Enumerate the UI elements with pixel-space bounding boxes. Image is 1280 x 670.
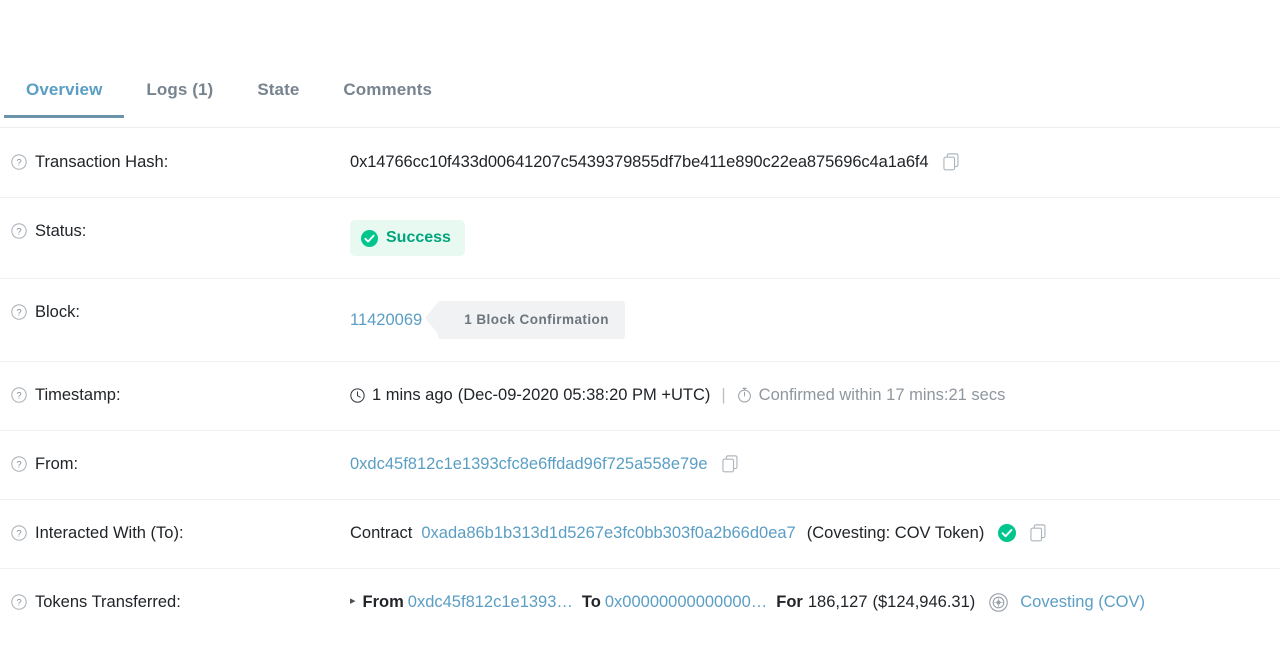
- check-circle-icon: [361, 229, 378, 247]
- transfer-for-keyword: For: [776, 593, 803, 611]
- copy-icon[interactable]: [942, 153, 960, 171]
- from-value-cell: 0xdc45f812c1e1393cfc8e6ffdad96f725a558e7…: [350, 453, 1280, 475]
- from-label: From:: [35, 455, 79, 473]
- tab-logs[interactable]: Logs (1): [124, 72, 235, 117]
- tokens-transferred-value-cell: ▸ From 0xdc45f812c1e1393… To 0x000000000…: [350, 591, 1280, 613]
- question-circle-icon[interactable]: ?: [11, 456, 27, 472]
- row-from: ? From: 0xdc45f812c1e1393cfc8e6ffdad96f7…: [0, 431, 1280, 500]
- interacted-with-value-cell: Contract 0xada86b1b313d1d5267e3fc0bb303f…: [350, 522, 1280, 544]
- contract-keyword: Contract: [350, 524, 413, 542]
- contract-token-name: (Covesting: COV Token): [806, 524, 985, 542]
- tab-state-label: State: [257, 80, 300, 99]
- transfer-to-keyword: To: [581, 593, 601, 611]
- status-badge: Success: [350, 220, 465, 256]
- copy-icon[interactable]: [1030, 524, 1047, 542]
- tab-overview-label: Overview: [26, 80, 103, 99]
- tokens-transferred-label-cell: ? Tokens Transferred:: [0, 591, 350, 613]
- tab-state[interactable]: State: [235, 72, 321, 117]
- timestamp-label: Timestamp:: [35, 386, 121, 404]
- block-value-cell: 11420069 1 Block Confirmation: [350, 301, 1280, 339]
- transfer-amount: 186,127: [807, 593, 868, 611]
- tab-overview[interactable]: Overview: [4, 72, 125, 118]
- token-name-link[interactable]: Covesting (COV): [1020, 591, 1145, 613]
- from-address-link[interactable]: 0xdc45f812c1e1393cfc8e6ffdad96f725a558e7…: [350, 453, 708, 475]
- svg-text:?: ?: [16, 227, 21, 238]
- timestamp-relative: 1 mins ago: [372, 386, 453, 404]
- row-transaction-hash: ? Transaction Hash: 0x14766cc10f433d0064…: [0, 129, 1280, 198]
- block-label: Block:: [35, 303, 80, 321]
- transfer-to-address-link[interactable]: 0x00000000000000…: [605, 591, 767, 613]
- timestamp-absolute: (Dec-09-2020 05:38:20 PM +UTC): [457, 386, 711, 404]
- transfer-from-address-link[interactable]: 0xdc45f812c1e1393…: [408, 591, 573, 613]
- tab-comments-label: Comments: [343, 80, 433, 99]
- svg-text:?: ?: [16, 529, 21, 540]
- status-label-cell: ? Status:: [0, 220, 350, 242]
- verified-check-icon: [998, 524, 1017, 542]
- transfer-from-keyword: From: [362, 593, 404, 611]
- question-circle-icon[interactable]: ?: [11, 223, 27, 239]
- confirmed-within-text: Confirmed within 17 mins:21 secs: [758, 386, 1006, 404]
- covesting-token-icon: [989, 592, 1009, 612]
- timestamp-label-cell: ? Timestamp:: [0, 384, 350, 406]
- question-circle-icon[interactable]: ?: [11, 387, 27, 403]
- transaction-detail-list: ? Transaction Hash: 0x14766cc10f433d0064…: [0, 129, 1280, 638]
- transaction-hash-value-cell: 0x14766cc10f433d00641207c5439379855df7be…: [350, 151, 1280, 173]
- row-interacted-with: ? Interacted With (To): Contract 0xada86…: [0, 500, 1280, 569]
- confirmed-within-group: Confirmed within 17 mins:21 secs: [737, 384, 1006, 406]
- expand-caret-icon[interactable]: ▸: [350, 595, 356, 607]
- tab-logs-label: Logs (1): [146, 80, 214, 99]
- question-circle-icon[interactable]: ?: [11, 304, 27, 320]
- block-confirmation-badge: 1 Block Confirmation: [425, 301, 625, 339]
- block-number-link[interactable]: 11420069: [350, 309, 422, 331]
- svg-text:?: ?: [16, 308, 21, 319]
- svg-text:?: ?: [16, 598, 21, 609]
- tab-comments[interactable]: Comments: [321, 72, 454, 117]
- tab-bar: Overview Logs (1) State Comments: [0, 72, 1280, 128]
- transaction-hash-label-cell: ? Transaction Hash:: [0, 151, 350, 173]
- transaction-details-page: Overview Logs (1) State Comments ? Trans…: [0, 0, 1280, 670]
- status-label: Status:: [35, 222, 87, 240]
- copy-icon[interactable]: [721, 455, 739, 473]
- status-badge-text: Success: [386, 229, 451, 246]
- transaction-hash-label: Transaction Hash:: [35, 153, 169, 171]
- question-circle-icon[interactable]: ?: [11, 154, 27, 170]
- block-label-cell: ? Block:: [0, 301, 350, 323]
- transaction-hash-value: 0x14766cc10f433d00641207c5439379855df7be…: [350, 153, 929, 171]
- token-transfer-item: ▸ From 0xdc45f812c1e1393… To 0x000000000…: [350, 591, 1149, 613]
- svg-text:?: ?: [16, 460, 21, 471]
- interacted-with-label-cell: ? Interacted With (To):: [0, 522, 350, 544]
- interacted-with-label: Interacted With (To):: [35, 524, 184, 542]
- timestamp-separator: |: [721, 386, 726, 404]
- row-tokens-transferred: ? Tokens Transferred: ▸ From 0xdc45f812c…: [0, 569, 1280, 638]
- from-label-cell: ? From:: [0, 453, 350, 475]
- row-block: ? Block: 11420069 1 Block Confirmation: [0, 279, 1280, 362]
- svg-text:?: ?: [16, 391, 21, 402]
- clock-icon: [350, 387, 365, 403]
- row-status: ? Status: Success: [0, 198, 1280, 279]
- stopwatch-icon: [737, 387, 752, 403]
- svg-text:?: ?: [16, 158, 21, 169]
- row-timestamp: ? Timestamp: 1 mins ago (Dec-09-2020 05:…: [0, 362, 1280, 431]
- status-value-cell: Success: [350, 220, 1280, 256]
- tokens-transferred-label: Tokens Transferred:: [35, 593, 181, 611]
- block-confirmation-text: 1 Block Confirmation: [464, 312, 609, 327]
- timestamp-value-cell: 1 mins ago (Dec-09-2020 05:38:20 PM +UTC…: [350, 384, 1280, 406]
- contract-address-link[interactable]: 0xada86b1b313d1d5267e3fc0bb303f0a2b66d0e…: [421, 522, 795, 544]
- question-circle-icon[interactable]: ?: [11, 594, 27, 610]
- question-circle-icon[interactable]: ?: [11, 525, 27, 541]
- transfer-amount-usd: ($124,946.31): [872, 593, 976, 611]
